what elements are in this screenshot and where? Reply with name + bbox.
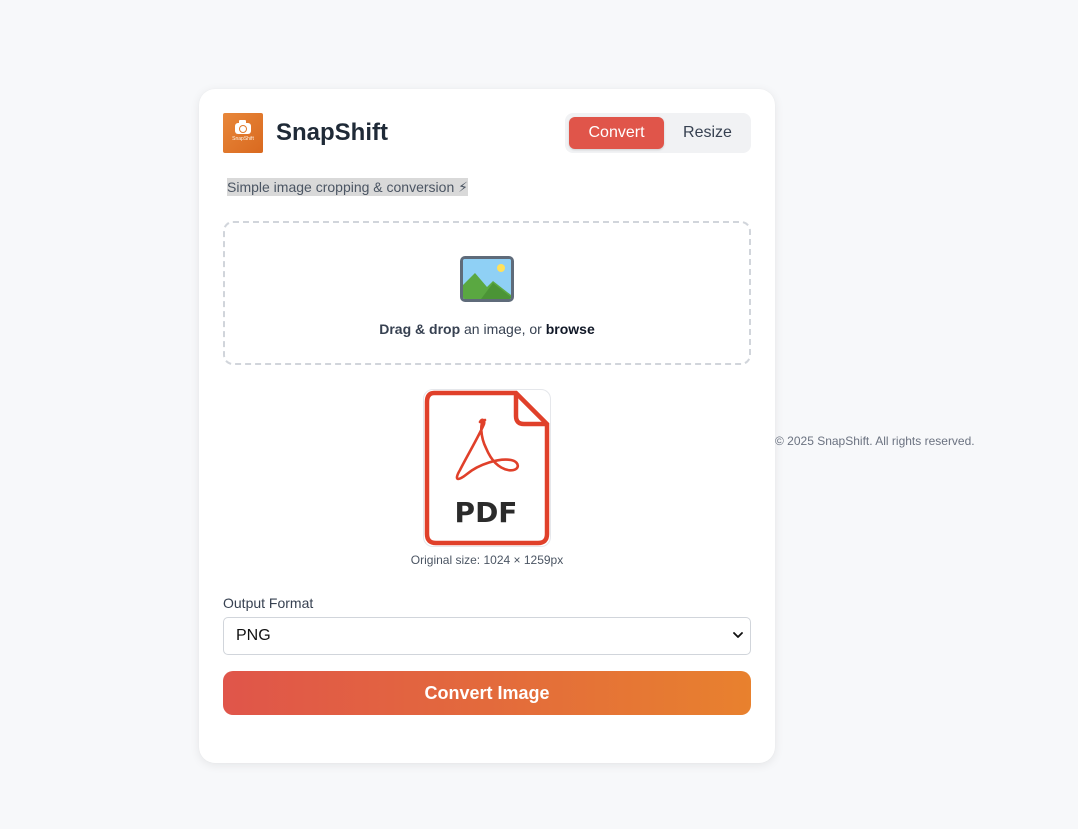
pdf-label: PDF: [455, 496, 518, 529]
dropzone-middle-text: an image, or: [460, 321, 546, 337]
image-icon: [460, 256, 514, 302]
mode-tabs: Convert Resize: [565, 113, 751, 153]
header: SnapShift SnapShift Convert Resize: [223, 113, 751, 153]
converter-card: SnapShift SnapShift Convert Resize Simpl…: [199, 89, 775, 763]
app-logo: SnapShift: [223, 113, 263, 153]
tab-convert[interactable]: Convert: [569, 117, 664, 149]
landscape-graphic: [463, 259, 511, 299]
tagline: Simple image cropping & conversion ⚡: [227, 178, 468, 196]
pdf-file-icon: PDF: [424, 390, 550, 546]
original-size-text: Original size: 1024 × 1259px: [410, 553, 564, 567]
footer-copyright: © 2025 SnapShift. All rights reserved.: [775, 434, 975, 448]
output-format-label: Output Format: [223, 595, 314, 611]
chevron-down-icon: [733, 632, 743, 638]
dropzone-strong-text: Drag & drop: [379, 321, 461, 337]
dropzone-text: Drag & drop an image, or browse: [225, 321, 749, 337]
browse-link[interactable]: browse: [546, 321, 595, 337]
image-dropzone[interactable]: Drag & drop an image, or browse: [223, 221, 751, 365]
output-format-select[interactable]: PNG: [223, 617, 751, 655]
output-format-value: PNG: [236, 627, 271, 644]
convert-image-button[interactable]: Convert Image: [223, 671, 751, 715]
app-title: SnapShift: [276, 119, 388, 146]
logo-text: SnapShift: [232, 135, 254, 142]
file-preview: PDF: [423, 389, 551, 547]
camera-icon: [235, 119, 251, 134]
tab-resize[interactable]: Resize: [668, 117, 747, 149]
